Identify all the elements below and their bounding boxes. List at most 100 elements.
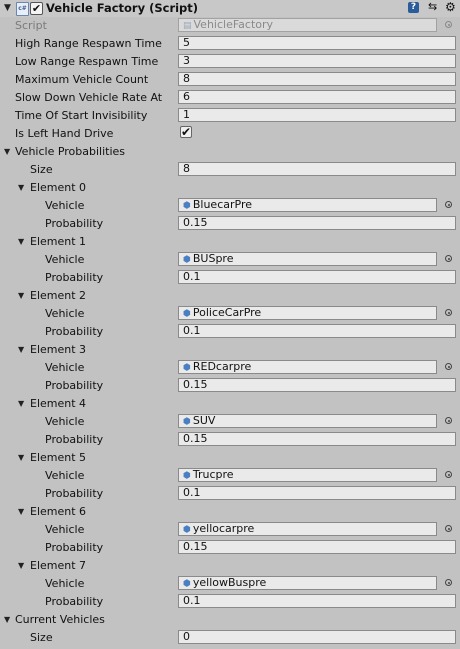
object-picker-icon[interactable] <box>445 363 452 370</box>
expanded-arrow-icon[interactable]: ▼ <box>18 291 24 300</box>
expanded-arrow-icon[interactable]: ▼ <box>18 399 24 408</box>
vehicle-probabilities-foldout[interactable]: ▼ Vehicle Probabilities <box>0 143 460 161</box>
slow-down-rate-input[interactable]: 6 <box>178 90 456 104</box>
object-picker-icon[interactable] <box>445 579 452 586</box>
expanded-arrow-icon[interactable]: ▼ <box>18 183 24 192</box>
high-range-respawn-label: High Range Respawn Time <box>15 37 162 50</box>
probability-input[interactable]: 0.15 <box>178 540 456 554</box>
script-row: Script ▤ VehicleFactory <box>0 17 460 35</box>
probability-label: Probability <box>45 379 104 392</box>
slow-down-rate-row: Slow Down Vehicle Rate At 6 <box>0 89 460 107</box>
element-foldout[interactable]: ▼ Element 3 <box>0 341 460 359</box>
script-object-picker-icon <box>445 21 452 28</box>
element-foldout[interactable]: ▼ Element 6 <box>0 503 460 521</box>
help-book-icon[interactable]: ? <box>408 2 419 13</box>
gear-icon[interactable]: ⚙ <box>445 0 456 14</box>
element-foldout[interactable]: ▼ Element 1 <box>0 233 460 251</box>
vehicle-value: BUSpre <box>192 252 234 265</box>
probability-input[interactable]: 0.15 <box>178 216 456 230</box>
vehicle-label: Vehicle <box>45 307 85 320</box>
vehicle-object-field[interactable]: ⬢ BluecarPre <box>178 198 437 212</box>
high-range-respawn-input[interactable]: 5 <box>178 36 456 50</box>
vehicle-row: Vehicle ⬢ PoliceCarPre <box>0 305 460 323</box>
low-range-respawn-input[interactable]: 3 <box>178 54 456 68</box>
probability-row: Probability 0.1 <box>0 269 460 287</box>
probability-input[interactable]: 0.1 <box>178 324 456 338</box>
object-picker-icon[interactable] <box>445 525 452 532</box>
vehicle-value: REDcarpre <box>192 360 252 373</box>
expanded-arrow-icon[interactable]: ▼ <box>4 615 10 624</box>
current-vehicles-foldout[interactable]: ▼ Current Vehicles <box>0 611 460 629</box>
probability-input[interactable]: 0.15 <box>178 378 456 392</box>
vehicle-label: Vehicle <box>45 469 85 482</box>
max-vehicle-count-input[interactable]: 8 <box>178 72 456 86</box>
vehicle-value: yellocarpre <box>192 522 255 535</box>
element-foldout[interactable]: ▼ Element 5 <box>0 449 460 467</box>
probability-row: Probability 0.15 <box>0 431 460 449</box>
prefab-cube-icon: ⬢ <box>183 255 191 265</box>
object-picker-icon[interactable] <box>445 471 452 478</box>
probability-input[interactable]: 0.1 <box>178 270 456 284</box>
vehicle-value: PoliceCarPre <box>192 306 262 319</box>
probability-input[interactable]: 0.1 <box>178 594 456 608</box>
probability-label: Probability <box>45 217 104 230</box>
preset-sliders-icon[interactable]: ⇆ <box>428 0 437 13</box>
left-hand-drive-checkbox[interactable]: ✔ <box>180 126 192 138</box>
element-label: Element 0 <box>30 181 87 194</box>
vehicle-value: SUV <box>192 414 216 427</box>
element-foldout[interactable]: ▼ Element 2 <box>0 287 460 305</box>
object-picker-icon[interactable] <box>445 255 452 262</box>
vehicle-object-field[interactable]: ⬢ SUV <box>178 414 437 428</box>
vehicle-label: Vehicle <box>45 523 85 536</box>
script-object-field: ▤ VehicleFactory <box>178 18 437 32</box>
script-asset-icon: ▤ <box>183 21 192 31</box>
current-vehicles-label: Current Vehicles <box>15 613 105 626</box>
vehicle-object-field[interactable]: ⬢ BUSpre <box>178 252 437 266</box>
element-foldout[interactable]: ▼ Element 0 <box>0 179 460 197</box>
probability-input[interactable]: 0.1 <box>178 486 456 500</box>
prefab-cube-icon: ⬢ <box>183 579 191 589</box>
probability-label: Probability <box>45 487 104 500</box>
vehicle-object-field[interactable]: ⬢ Trucpre <box>178 468 437 482</box>
object-picker-icon[interactable] <box>445 309 452 316</box>
array-size-input[interactable]: 0 <box>178 630 456 644</box>
prefab-cube-icon: ⬢ <box>183 525 191 535</box>
element-label: Element 3 <box>30 343 87 356</box>
vehicle-object-field[interactable]: ⬢ yellocarpre <box>178 522 437 536</box>
component-title: Vehicle Factory (Script) <box>46 1 199 15</box>
probability-input[interactable]: 0.15 <box>178 432 456 446</box>
prefab-cube-icon: ⬢ <box>183 417 191 427</box>
expanded-arrow-icon[interactable]: ▼ <box>18 237 24 246</box>
element-foldout[interactable]: ▼ Element 4 <box>0 395 460 413</box>
vehicle-label: Vehicle <box>45 415 85 428</box>
element-label: Element 2 <box>30 289 87 302</box>
probability-label: Probability <box>45 595 104 608</box>
expanded-arrow-icon[interactable]: ▼ <box>18 507 24 516</box>
vehicle-object-field[interactable]: ⬢ PoliceCarPre <box>178 306 437 320</box>
probability-row: Probability 0.1 <box>0 593 460 611</box>
expanded-arrow-icon[interactable]: ▼ <box>4 147 10 156</box>
vehicle-object-field[interactable]: ⬢ REDcarpre <box>178 360 437 374</box>
element-label: Element 4 <box>30 397 87 410</box>
object-picker-icon[interactable] <box>445 417 452 424</box>
expanded-arrow-icon[interactable]: ▼ <box>18 345 24 354</box>
vehicle-label: Vehicle <box>45 199 85 212</box>
component-foldout-arrow-icon[interactable]: ▼ <box>4 3 11 13</box>
probability-label: Probability <box>45 433 104 446</box>
start-invisibility-input[interactable]: 1 <box>178 108 456 122</box>
expanded-arrow-icon[interactable]: ▼ <box>18 453 24 462</box>
component-enabled-checkbox[interactable]: ✔ <box>30 2 43 15</box>
vehicle-value: yellowBuspre <box>192 576 267 589</box>
vehicle-row: Vehicle ⬢ Trucpre <box>0 467 460 485</box>
start-invisibility-label: Time Of Start Invisibility <box>15 109 148 122</box>
max-vehicle-count-row: Maximum Vehicle Count 8 <box>0 71 460 89</box>
array-size-input[interactable]: 8 <box>178 162 456 176</box>
element-foldout[interactable]: ▼ Element 7 <box>0 557 460 575</box>
expanded-arrow-icon[interactable]: ▼ <box>18 561 24 570</box>
vehicle-row: Vehicle ⬢ BluecarPre <box>0 197 460 215</box>
vehicle-object-field[interactable]: ⬢ yellowBuspre <box>178 576 437 590</box>
left-hand-drive-label: Is Left Hand Drive <box>15 127 114 140</box>
vehicle-label: Vehicle <box>45 253 85 266</box>
prefab-cube-icon: ⬢ <box>183 363 191 373</box>
object-picker-icon[interactable] <box>445 201 452 208</box>
